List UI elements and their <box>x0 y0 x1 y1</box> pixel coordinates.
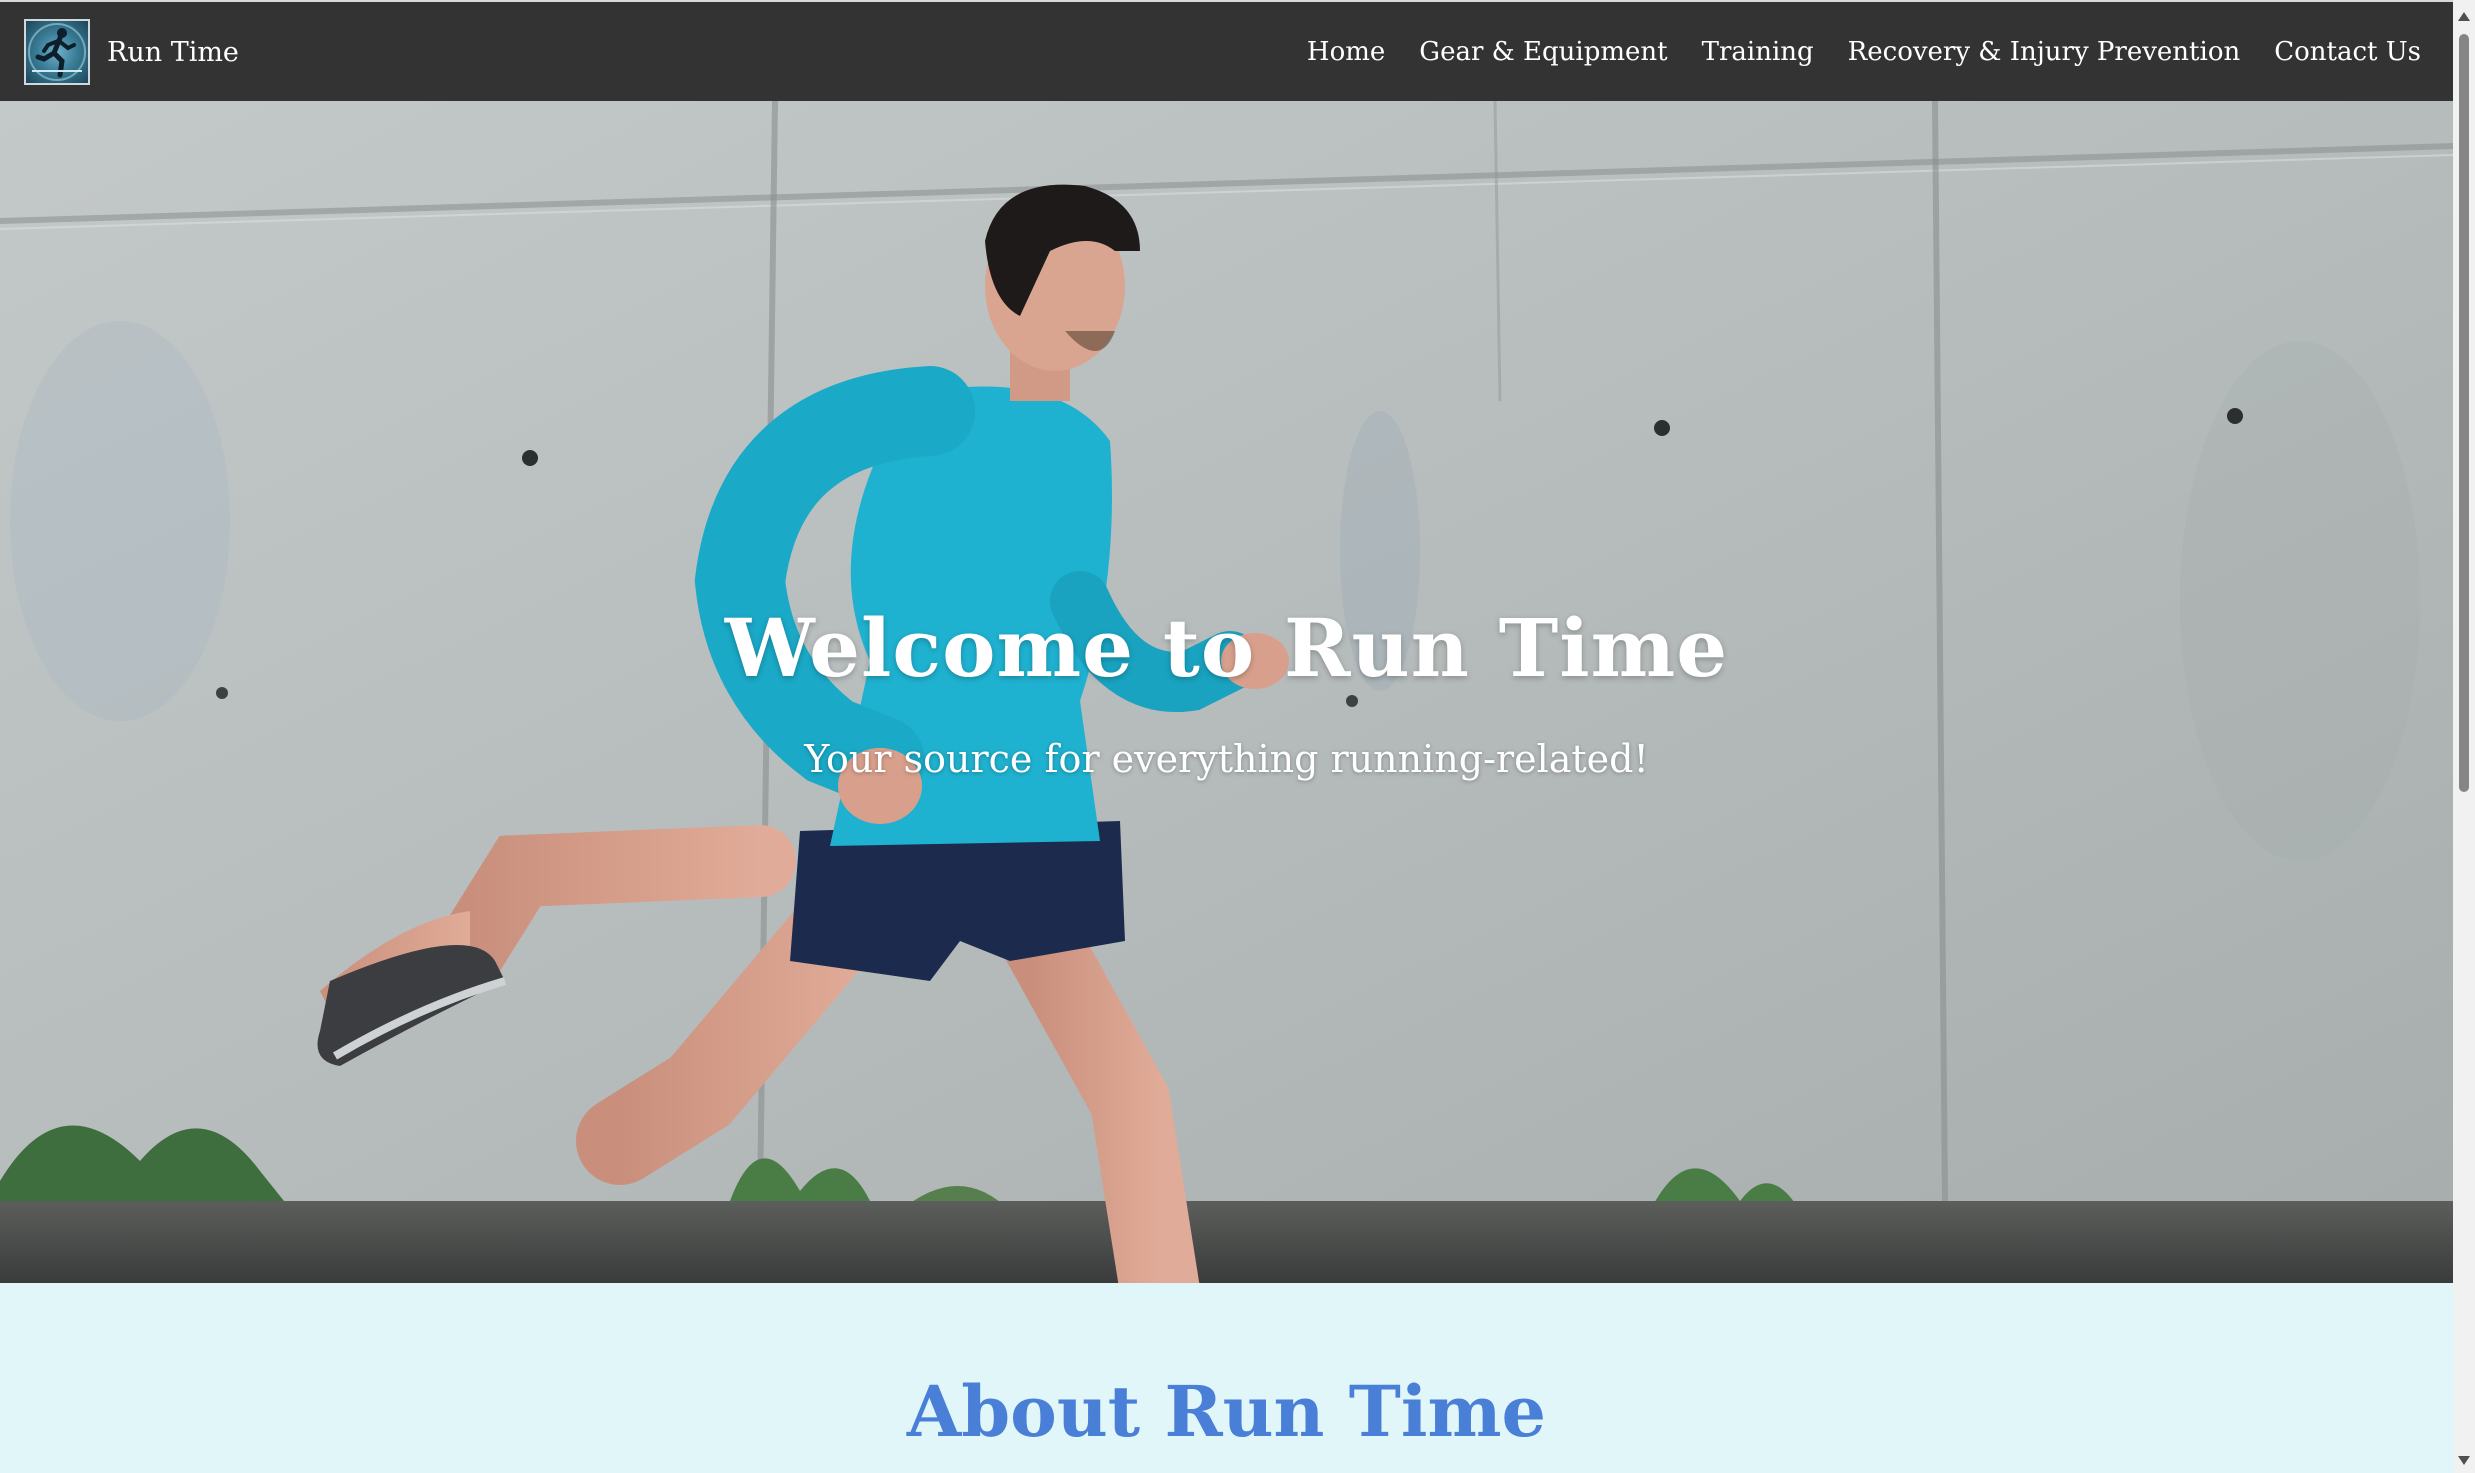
brand[interactable]: Run Time <box>24 18 239 86</box>
brand-name[interactable]: Run Time <box>107 39 239 66</box>
nav-link-gear-equipment[interactable]: Gear & Equipment <box>1419 35 1667 69</box>
running-man-logo-icon[interactable] <box>24 19 90 85</box>
hero-title: Welcome to Run Time <box>724 601 1729 695</box>
hero-section: Welcome to Run Time Your source for ever… <box>0 101 2453 1283</box>
nav-link-home[interactable]: Home <box>1307 35 1385 69</box>
about-title: About Run Time <box>906 1370 1547 1453</box>
top-navbar: Run Time Home Gear & Equipment Training … <box>0 0 2453 101</box>
nav-link-recovery-injury-prevention[interactable]: Recovery & Injury Prevention <box>1848 35 2241 69</box>
scroll-down-arrow-icon[interactable] <box>2458 1456 2470 1465</box>
nav-links: Home Gear & Equipment Training Recovery … <box>1273 35 2421 69</box>
hero-subtitle: Your source for everything running-relat… <box>804 737 1649 781</box>
vertical-scrollbar[interactable] <box>2453 0 2475 1473</box>
about-section: About Run Time <box>0 1283 2453 1473</box>
scroll-thumb[interactable] <box>2459 34 2469 792</box>
scroll-up-arrow-icon[interactable] <box>2458 12 2470 21</box>
nav-link-contact-us[interactable]: Contact Us <box>2274 35 2421 69</box>
nav-link-training[interactable]: Training <box>1702 35 1814 69</box>
